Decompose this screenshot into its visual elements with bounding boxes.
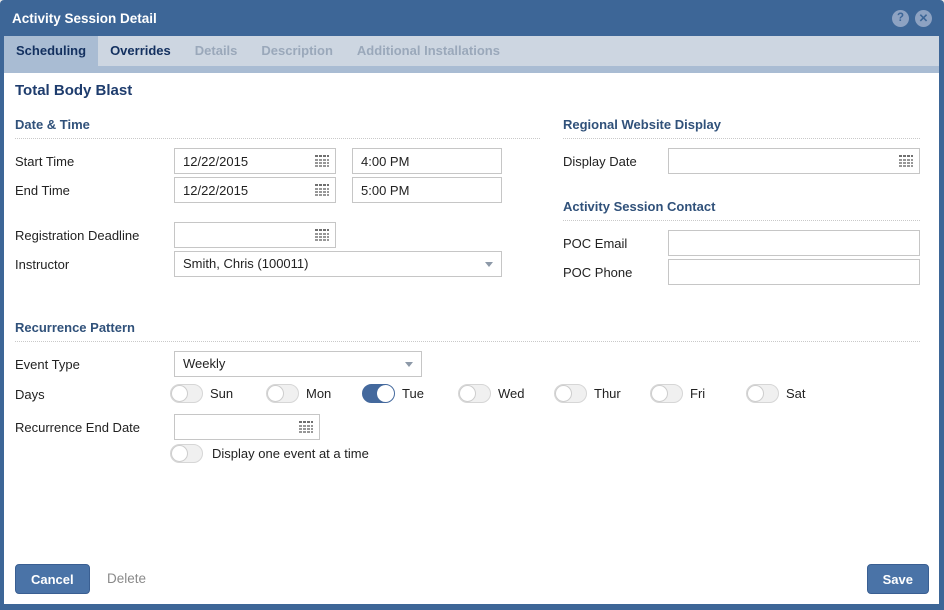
day-toggle-thur[interactable] [554,384,587,403]
chevron-down-icon [405,362,413,367]
display-date-input[interactable] [669,149,919,173]
section-heading-recurrence-pattern: Recurrence Pattern [15,320,920,342]
registration-deadline-label: Registration Deadline [15,228,139,243]
cancel-button[interactable]: Cancel [15,564,90,594]
day-toggle-sun[interactable] [170,384,203,403]
day-toggle-mon[interactable] [266,384,299,403]
section-heading-date-time: Date & Time [15,117,540,139]
day-toggle-wed[interactable] [458,384,491,403]
event-type-dropdown[interactable]: Weekly [174,351,422,377]
days-toggle-group: Sun Mon Tue Wed Thur Fri [170,384,842,403]
instructor-dropdown[interactable]: Smith, Chris (100011) [174,251,502,277]
day-item-sun: Sun [170,384,266,403]
day-toggle-tue[interactable] [362,384,395,403]
display-one-event-toggle[interactable] [170,444,203,463]
event-type-label: Event Type [15,357,80,372]
calendar-icon[interactable] [298,420,314,435]
delete-link[interactable]: Delete [107,571,146,586]
tab-bar: Scheduling Overrides Details Description… [4,36,939,66]
dialog-body: Total Body Blast Date & Time Regional We… [4,73,939,604]
calendar-icon[interactable] [314,183,330,198]
start-date-field [174,148,336,174]
close-icon[interactable]: ✕ [915,10,932,27]
day-toggle-fri[interactable] [650,384,683,403]
days-label: Days [15,387,45,402]
day-item-sat: Sat [746,384,842,403]
event-type-dropdown-value: Weekly [183,356,225,371]
toggle-knob [555,385,572,402]
dialog-titlebar: Activity Session Detail ? ✕ [0,0,944,36]
poc-phone-input[interactable] [669,260,919,284]
end-time-label: End Time [15,183,70,198]
tab-bar-underline [4,66,939,73]
titlebar-actions: ? ✕ [892,10,932,27]
tab-additional-installations[interactable]: Additional Installations [345,36,512,66]
day-label: Mon [306,386,331,401]
section-heading-regional-website-display: Regional Website Display [563,117,920,139]
poc-phone-field [668,259,920,285]
end-date-field [174,177,336,203]
poc-phone-label: POC Phone [563,265,632,280]
day-item-thur: Thur [554,384,650,403]
page-title: Total Body Blast [15,82,132,99]
tab-overrides[interactable]: Overrides [98,36,183,66]
help-icon[interactable]: ? [892,10,909,27]
toggle-knob [267,385,284,402]
start-time-label: Start Time [15,154,74,169]
day-label: Fri [690,386,705,401]
day-label: Wed [498,386,525,401]
day-label: Thur [594,386,621,401]
day-item-mon: Mon [266,384,362,403]
poc-email-input[interactable] [669,231,919,255]
section-heading-activity-session-contact: Activity Session Contact [563,199,920,221]
registration-deadline-input[interactable] [175,223,335,247]
toggle-knob [651,385,668,402]
day-item-tue: Tue [362,384,458,403]
save-button[interactable]: Save [867,564,929,594]
poc-email-field [668,230,920,256]
calendar-icon[interactable] [314,154,330,169]
toggle-knob [171,445,188,462]
display-one-event-row: Display one event at a time [170,444,369,463]
instructor-label: Instructor [15,257,69,272]
toggle-knob [377,385,394,402]
end-time-of-day-field [352,177,502,203]
registration-deadline-field [174,222,336,248]
end-time-input[interactable] [353,178,501,202]
day-label: Tue [402,386,424,401]
tab-description[interactable]: Description [249,36,345,66]
display-date-label: Display Date [563,154,637,169]
calendar-icon[interactable] [314,228,330,243]
instructor-dropdown-value: Smith, Chris (100011) [183,256,308,271]
day-toggle-sat[interactable] [746,384,779,403]
toggle-knob [171,385,188,402]
end-date-input[interactable] [175,178,335,202]
day-label: Sat [786,386,806,401]
day-item-wed: Wed [458,384,554,403]
start-time-of-day-field [352,148,502,174]
dialog-title: Activity Session Detail [12,11,892,26]
day-item-fri: Fri [650,384,746,403]
poc-email-label: POC Email [563,236,627,251]
tab-scheduling[interactable]: Scheduling [4,36,98,66]
tab-details[interactable]: Details [183,36,250,66]
recurrence-end-date-label: Recurrence End Date [15,420,140,435]
chevron-down-icon [485,262,493,267]
activity-session-detail-dialog: Activity Session Detail ? ✕ Scheduling O… [0,0,944,610]
day-label: Sun [210,386,233,401]
display-one-event-label: Display one event at a time [212,446,369,461]
recurrence-end-date-field [174,414,320,440]
toggle-knob [747,385,764,402]
display-date-field [668,148,920,174]
start-date-input[interactable] [175,149,335,173]
toggle-knob [459,385,476,402]
calendar-icon[interactable] [898,154,914,169]
start-time-input[interactable] [353,149,501,173]
